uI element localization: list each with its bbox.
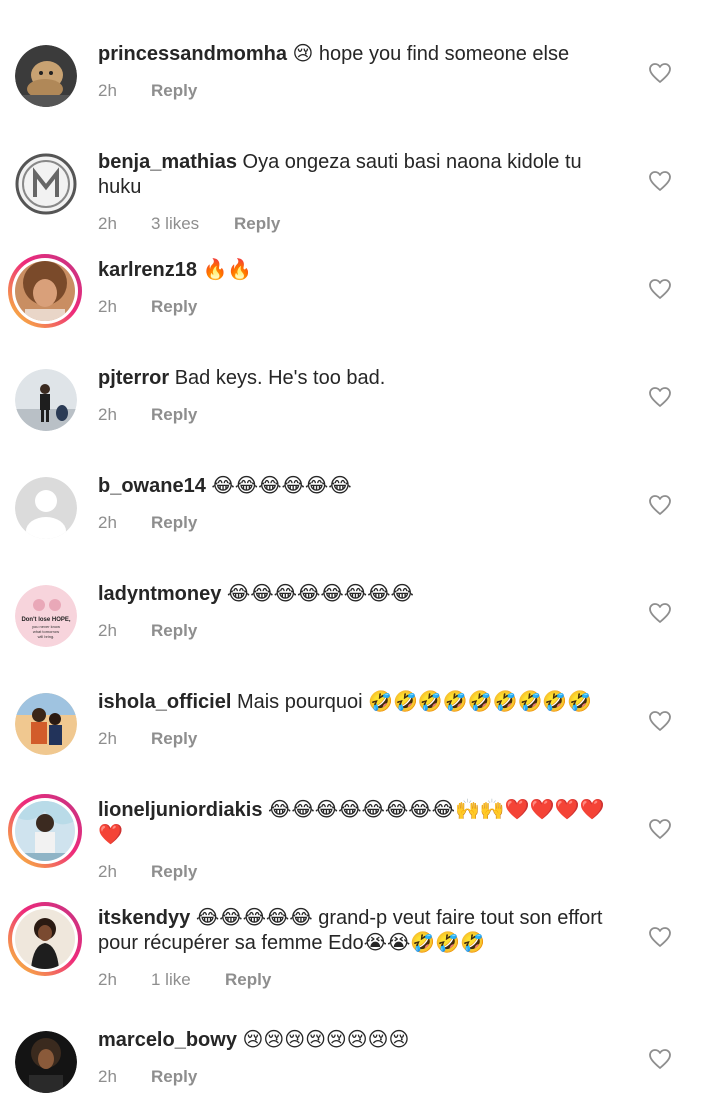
comment-meta: 2h 3 likes Reply [98, 214, 628, 234]
comment-body: princessandmomha 😢 hope you find someone… [98, 42, 628, 67]
avatar-image [15, 369, 77, 431]
avatar-image [15, 153, 77, 215]
avatar[interactable] [8, 902, 82, 976]
avatar[interactable]: Don't lose HOPE, you never know what tom… [15, 585, 77, 647]
avatar-image [15, 1031, 77, 1093]
reply-button[interactable]: Reply [151, 729, 197, 749]
avatar[interactable] [15, 45, 77, 107]
avatar-image [15, 45, 77, 107]
reply-button[interactable]: Reply [151, 862, 197, 882]
comment-time: 2h [98, 405, 117, 424]
comment-username[interactable]: b_owane14 [98, 475, 206, 497]
comment-meta: 2h Reply [98, 729, 628, 749]
comment-text: 😢 hope you find someone else [292, 43, 570, 65]
reply-button[interactable]: Reply [151, 513, 197, 533]
comment-username[interactable]: marcelo_bowy [98, 1029, 237, 1051]
comment-body: karlrenz18 🔥🔥 [98, 258, 628, 283]
heart-outline-icon[interactable] [648, 817, 672, 841]
comment-meta: 2h Reply [98, 405, 628, 425]
comment-body: marcelo_bowy 😢😢😢😢😢😢😢😢 [98, 1028, 628, 1053]
comment-body: benja_mathias Oya ongeza sauti basi naon… [98, 150, 628, 200]
comment-username[interactable]: itskendyy [98, 907, 190, 929]
comment-body: lioneljuniordiakis 😂😂😂😂😂😂😂😂🙌🙌❤️❤️❤️❤️❤️ [98, 798, 628, 848]
comment-time: 2h [98, 970, 117, 989]
reply-button[interactable]: Reply [151, 81, 197, 101]
heart-outline-icon[interactable] [648, 61, 672, 85]
comment-username[interactable]: ishola_officiel [98, 691, 231, 713]
comment-meta: 2h Reply [98, 862, 628, 882]
comment-username[interactable]: princessandmomha [98, 43, 287, 65]
comment-body: itskendyy 😂😂😂😂😂 grand-p veut faire tout … [98, 906, 628, 956]
comment-time: 2h [98, 297, 117, 316]
comment-body: ladyntmoney 😂😂😂😂😂😂😂😂 [98, 582, 628, 607]
avatar-image [15, 909, 75, 969]
avatar[interactable] [8, 254, 82, 328]
avatar-image: Don't lose HOPE, you never know what tom… [15, 585, 77, 647]
comment-time: 2h [98, 1067, 117, 1086]
comment-meta: 2h Reply [98, 81, 628, 101]
avatar-image [15, 261, 75, 321]
heart-outline-icon[interactable] [648, 277, 672, 301]
comment-text: 🔥🔥 [202, 259, 253, 281]
avatar-image [15, 693, 77, 755]
comment-meta: 2h Reply [98, 621, 628, 641]
reply-button[interactable]: Reply [225, 970, 271, 990]
comment-time: 2h [98, 862, 117, 881]
comment-username[interactable]: benja_mathias [98, 151, 237, 173]
avatar-image [15, 801, 75, 861]
comment-body: b_owane14 😂😂😂😂😂😂 [98, 474, 628, 499]
avatar[interactable] [15, 477, 77, 539]
heart-outline-icon[interactable] [648, 925, 672, 949]
heart-outline-icon[interactable] [648, 169, 672, 193]
comment-username[interactable]: lioneljuniordiakis [98, 799, 262, 821]
reply-button[interactable]: Reply [151, 297, 197, 317]
comment-meta: 2h Reply [98, 297, 628, 317]
comment-username[interactable]: ladyntmoney [98, 583, 221, 605]
comment-meta: 2h Reply [98, 1067, 628, 1087]
comment-meta: 2h 1 like Reply [98, 970, 628, 990]
comment-text: 😂😂😂😂😂😂 [211, 475, 352, 497]
svg-text:Don't lose HOPE,: Don't lose HOPE, [21, 617, 70, 623]
comment-time: 2h [98, 729, 117, 748]
default-avatar-icon [15, 477, 77, 539]
comment-text: 😢😢😢😢😢😢😢😢 [242, 1029, 410, 1051]
heart-outline-icon[interactable] [648, 1047, 672, 1071]
svg-text:will bring.: will bring. [38, 634, 55, 639]
avatar[interactable] [15, 693, 77, 755]
comment-likes-count[interactable]: 3 likes [151, 214, 234, 234]
comment-time: 2h [98, 81, 117, 100]
heart-outline-icon[interactable] [648, 709, 672, 733]
comment-time: 2h [98, 621, 117, 640]
avatar[interactable] [15, 369, 77, 431]
comment-body: pjterror Bad keys. He's too bad. [98, 366, 628, 391]
comment-meta: 2h Reply [98, 513, 628, 533]
comment-body: ishola_officiel Mais pourquoi 🤣🤣🤣🤣🤣🤣🤣🤣🤣 [98, 690, 628, 715]
comment-likes-count[interactable]: 1 like [151, 970, 225, 990]
comment-time: 2h [98, 214, 117, 233]
avatar[interactable] [8, 794, 82, 868]
heart-outline-icon[interactable] [648, 493, 672, 517]
comment-text: Mais pourquoi 🤣🤣🤣🤣🤣🤣🤣🤣🤣 [236, 691, 593, 713]
reply-button[interactable]: Reply [151, 1067, 197, 1087]
reply-button[interactable]: Reply [151, 621, 197, 641]
heart-outline-icon[interactable] [648, 385, 672, 409]
comment-text: Bad keys. He's too bad. [174, 367, 386, 389]
avatar[interactable] [15, 1031, 77, 1093]
avatar[interactable] [15, 153, 77, 215]
comment-text: 😂😂😂😂😂😂😂😂 [226, 583, 414, 605]
comment-username[interactable]: karlrenz18 [98, 259, 197, 281]
reply-button[interactable]: Reply [151, 405, 197, 425]
heart-outline-icon[interactable] [648, 601, 672, 625]
reply-button[interactable]: Reply [234, 214, 280, 234]
comment-time: 2h [98, 513, 117, 532]
comment-username[interactable]: pjterror [98, 367, 169, 389]
